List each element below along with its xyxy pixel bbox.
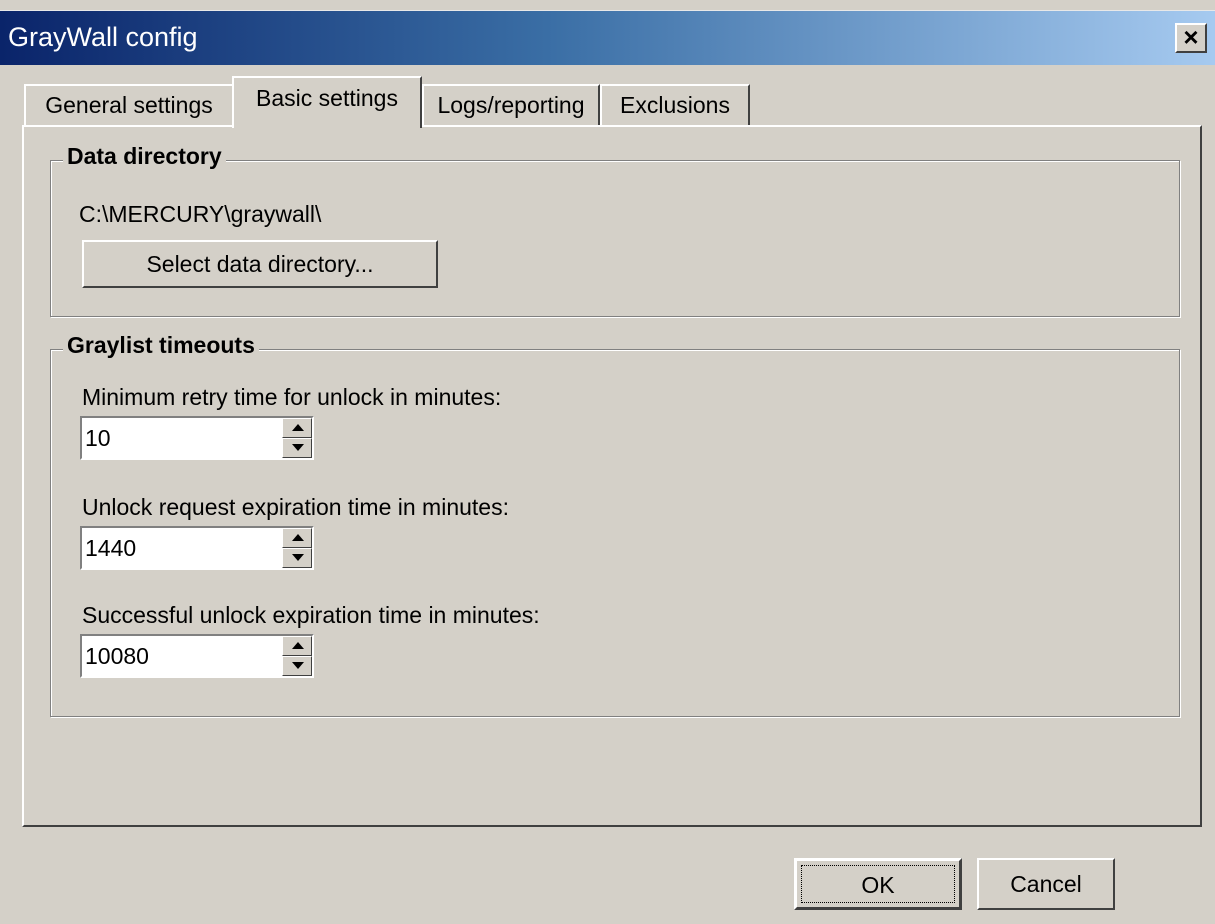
spin-up-button[interactable]	[282, 418, 312, 438]
cancel-button[interactable]: Cancel	[977, 858, 1115, 910]
unlock-request-spin-buttons[interactable]	[282, 528, 312, 568]
close-button[interactable]: ×	[1175, 23, 1207, 53]
title-bar[interactable]: GrayWall config ×	[0, 10, 1215, 65]
unlock-request-label: Unlock request expiration time in minute…	[82, 494, 509, 520]
arrow-down-icon	[292, 444, 304, 451]
graylist-timeouts-group: Graylist timeouts Minimum retry time for…	[50, 332, 1180, 717]
unlock-request-spinbox[interactable]	[80, 526, 314, 570]
tab-label: General settings	[45, 92, 213, 118]
arrow-down-icon	[292, 662, 304, 669]
data-directory-group: Data directory C:\MERCURY\graywall\ Sele…	[50, 143, 1180, 317]
ok-button[interactable]: OK	[794, 858, 962, 910]
data-directory-title: Data directory	[63, 143, 226, 170]
tab-label: Basic settings	[256, 85, 398, 111]
unlock-request-input[interactable]	[82, 528, 277, 568]
graylist-timeouts-title: Graylist timeouts	[63, 332, 259, 359]
basic-settings-panel: Data directory C:\MERCURY\graywall\ Sele…	[22, 125, 1202, 827]
tab-label: Logs/reporting	[437, 92, 585, 118]
successful-unlock-label: Successful unlock expiration time in min…	[82, 602, 540, 628]
spin-down-button[interactable]	[282, 656, 312, 676]
tab-general-settings[interactable]: General settings	[24, 84, 234, 126]
close-icon: ×	[1183, 22, 1199, 52]
arrow-up-icon	[292, 424, 304, 431]
select-data-directory-label: Select data directory...	[146, 251, 374, 277]
successful-unlock-input[interactable]	[82, 636, 277, 676]
min-retry-spinbox[interactable]	[80, 416, 314, 460]
tab-basic-settings[interactable]: Basic settings	[232, 76, 422, 128]
arrow-down-icon	[292, 554, 304, 561]
min-retry-input[interactable]	[82, 418, 277, 458]
graywall-config-window: GrayWall config × General settings Basic…	[0, 0, 1215, 924]
arrow-up-icon	[292, 642, 304, 649]
tab-exclusions[interactable]: Exclusions	[600, 84, 750, 126]
cancel-label: Cancel	[1010, 871, 1082, 897]
focus-rectangle	[801, 865, 955, 903]
spin-up-button[interactable]	[282, 636, 312, 656]
window-title: GrayWall config	[8, 22, 198, 52]
arrow-up-icon	[292, 534, 304, 541]
min-retry-label: Minimum retry time for unlock in minutes…	[82, 384, 502, 410]
min-retry-spin-buttons[interactable]	[282, 418, 312, 458]
tab-logs-reporting[interactable]: Logs/reporting	[422, 84, 600, 126]
spin-down-button[interactable]	[282, 438, 312, 458]
tab-label: Exclusions	[620, 92, 730, 118]
spin-down-button[interactable]	[282, 548, 312, 568]
spin-up-button[interactable]	[282, 528, 312, 548]
data-directory-path: C:\MERCURY\graywall\	[79, 201, 322, 227]
select-data-directory-button[interactable]: Select data directory...	[82, 240, 438, 288]
successful-unlock-spinbox[interactable]	[80, 634, 314, 678]
successful-unlock-spin-buttons[interactable]	[282, 636, 312, 676]
